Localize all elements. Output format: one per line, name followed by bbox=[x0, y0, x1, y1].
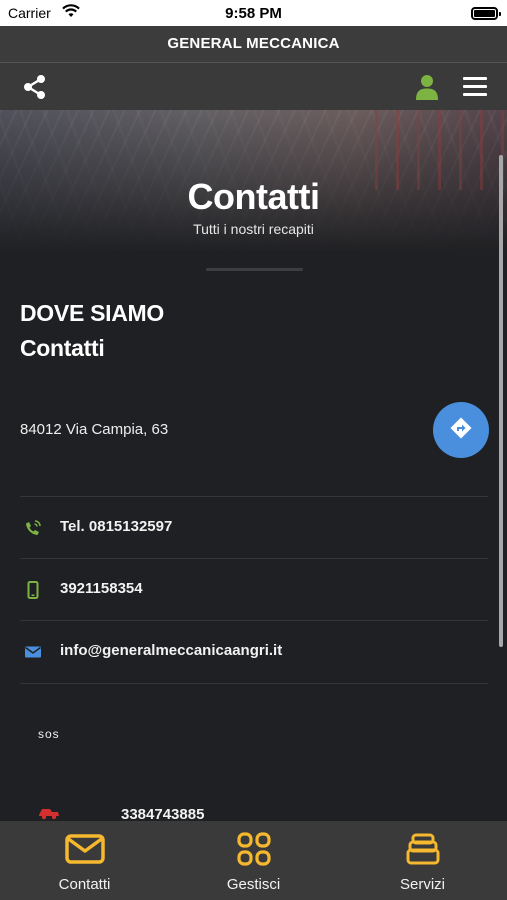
page-title: Contatti bbox=[187, 176, 320, 217]
tab-contatti[interactable]: Contatti bbox=[0, 821, 169, 900]
address-text: 84012 Via Campia, 63 bbox=[20, 421, 169, 438]
app-title: GENERAL MECCANICA bbox=[167, 35, 340, 52]
hero-banner: Contatti Tutti i nostri recapiti bbox=[0, 110, 507, 252]
contact-row-mobile[interactable]: 3921158354 bbox=[20, 558, 488, 620]
toolbar bbox=[0, 62, 507, 110]
hamburger-menu-icon[interactable] bbox=[463, 77, 487, 97]
user-icon[interactable] bbox=[415, 74, 439, 105]
email-icon bbox=[24, 643, 42, 661]
battery-icon bbox=[471, 7, 501, 20]
scrollbar[interactable] bbox=[499, 155, 503, 647]
contact-row-email[interactable]: info@generalmeccanicaangri.it bbox=[20, 620, 488, 682]
stack-icon bbox=[338, 831, 507, 867]
sos-label: sos bbox=[38, 727, 60, 741]
status-bar: Carrier 9:58 PM bbox=[0, 0, 507, 26]
directions-icon bbox=[449, 416, 473, 445]
phone-ringing-icon bbox=[24, 519, 42, 537]
tab-label-contatti: Contatti bbox=[58, 876, 111, 893]
contact-row-phone[interactable]: Tel. 0815132597 bbox=[20, 496, 488, 558]
share-icon[interactable] bbox=[22, 74, 48, 105]
bottom-tab-bar: Contatti Gestisci Servizi bbox=[0, 821, 507, 900]
contact-mobile-text: 3921158354 bbox=[60, 580, 143, 597]
section-heading-dove-siamo: DOVE SIAMO bbox=[20, 300, 164, 326]
page-subtitle: Tutti i nostri recapiti bbox=[193, 221, 314, 237]
directions-button[interactable] bbox=[433, 402, 489, 458]
section-divider bbox=[206, 268, 303, 271]
status-time: 9:58 PM bbox=[225, 5, 282, 22]
section-heading-contatti: Contatti bbox=[20, 335, 105, 361]
tab-gestisci[interactable]: Gestisci bbox=[169, 821, 338, 900]
grid-icon bbox=[169, 831, 338, 867]
contact-phone-text: Tel. 0815132597 bbox=[60, 518, 173, 535]
mobile-phone-icon bbox=[24, 581, 42, 599]
tab-label-servizi: Servizi bbox=[399, 876, 445, 893]
app-title-bar: GENERAL MECCANICA bbox=[0, 26, 507, 62]
contact-email-text: info@generalmeccanicaangri.it bbox=[60, 642, 283, 659]
envelope-icon bbox=[0, 831, 169, 867]
tab-label-gestisci: Gestisci bbox=[226, 876, 281, 893]
contact-list-divider bbox=[20, 683, 488, 684]
tab-servizi[interactable]: Servizi bbox=[338, 821, 507, 900]
